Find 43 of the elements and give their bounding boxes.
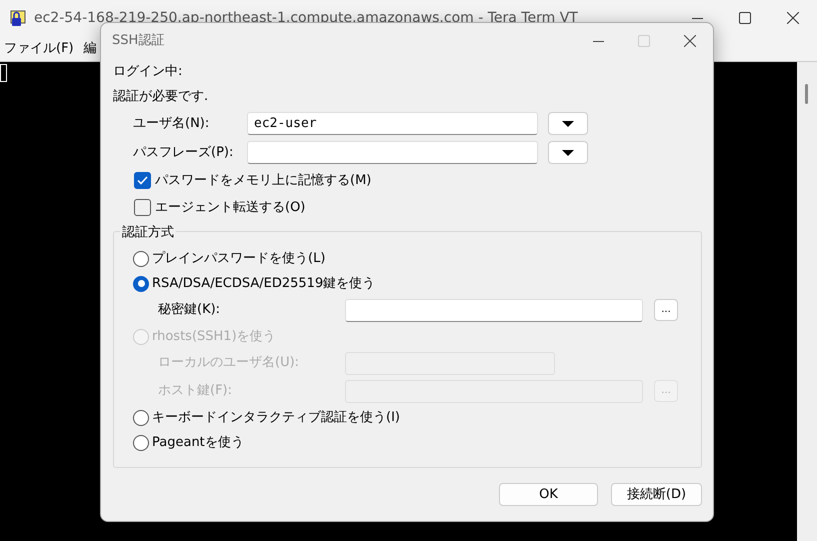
radio-button[interactable]	[133, 434, 149, 450]
checkbox-label: パスワードをメモリ上に記憶する(M)	[155, 172, 372, 190]
window-title: ec2-54-168-219-250.ap-northeast-1.compute.amazonaws.com - Tera Term VT	[34, 8, 578, 28]
radio-button[interactable]	[133, 276, 149, 292]
dialog-button[interactable]: OK	[499, 483, 598, 506]
close-icon[interactable]	[787, 12, 799, 24]
maximize-icon	[638, 35, 650, 47]
radio-label: RSA/DSA/ECDSA/ED25519鍵を使う	[152, 274, 376, 293]
dropdown-button[interactable]	[548, 141, 588, 164]
radio-button[interactable]	[133, 250, 149, 266]
radio-label: キーボードインタラクティブ認証を使う(I)	[152, 408, 400, 427]
check-icon	[137, 176, 148, 185]
scrollbar-thumb[interactable]	[805, 84, 808, 104]
app-lock-icon	[8, 9, 26, 27]
caret-icon	[562, 120, 574, 126]
field-label: ホスト鍵(F):	[158, 382, 234, 400]
close-icon[interactable]	[684, 35, 696, 47]
text-cursor	[0, 64, 7, 82]
dropdown-button[interactable]	[548, 112, 588, 135]
menu-item[interactable]: 編	[80, 38, 103, 58]
input-field[interactable]	[345, 298, 643, 322]
radio-label: rhosts(SSH1)を使う	[152, 328, 276, 346]
dialog-button[interactable]: 接続断(D)	[611, 483, 702, 506]
checkbox[interactable]	[134, 172, 151, 189]
message-text: 認証が必要です.	[113, 88, 210, 106]
field-label: 秘密鍵(K):	[158, 301, 222, 320]
field-label: パスフレーズ(P):	[133, 144, 234, 162]
checkbox[interactable]	[134, 199, 151, 216]
input-field[interactable]: ec2-user	[247, 112, 538, 135]
radio-label: プレインパスワードを使う(L)	[152, 250, 326, 268]
field-label: ユーザ名(N):	[133, 114, 210, 133]
browse-button[interactable]: ...	[654, 299, 678, 321]
scrollbar[interactable]	[797, 62, 817, 541]
checkbox-label: エージェント転送する(O)	[155, 198, 306, 217]
maximize-icon[interactable]	[739, 12, 751, 24]
input-field[interactable]	[247, 141, 538, 164]
field-label: ローカルのユーザ名(U):	[158, 354, 300, 372]
menu-item[interactable]: ファイル(F)	[0, 38, 80, 58]
dialog-title: SSH認証	[112, 32, 164, 50]
radio-label: Pageantを使う	[152, 434, 244, 452]
message-text: ログイン中:	[113, 63, 184, 81]
radio-button[interactable]	[133, 410, 149, 426]
caret-icon	[562, 150, 574, 156]
